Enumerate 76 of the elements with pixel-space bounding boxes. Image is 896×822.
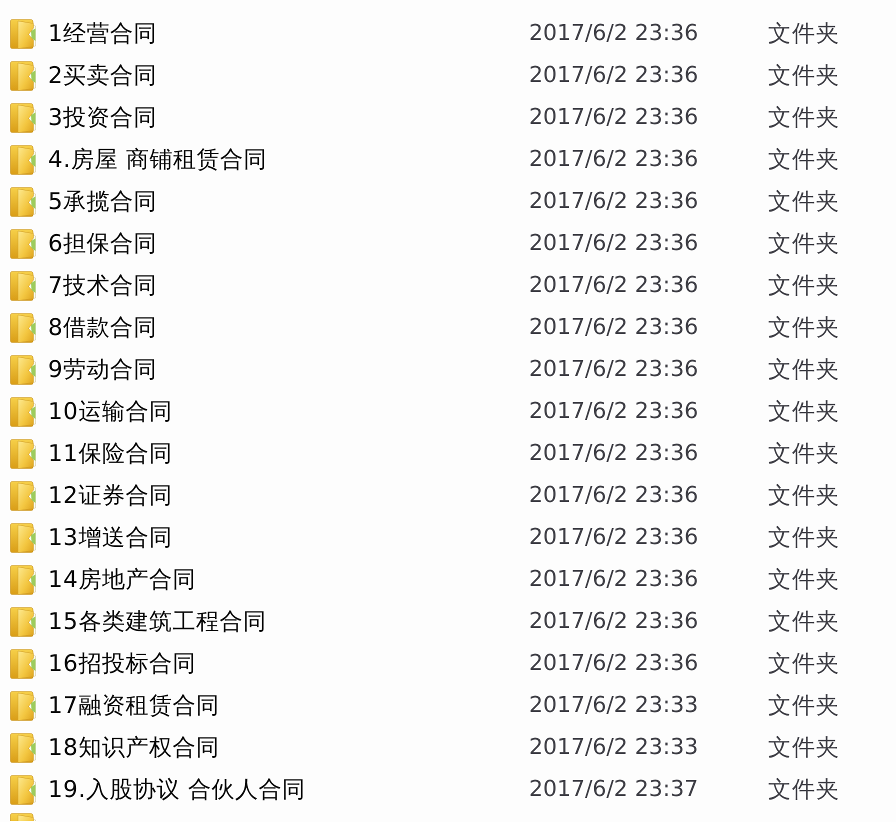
- folder-icon: [10, 607, 36, 637]
- folder-name[interactable]: 1经营合同: [48, 20, 158, 48]
- item-type: 文件夹: [768, 692, 840, 720]
- folder-name[interactable]: 7技术合同: [48, 272, 158, 300]
- folder-icon: [10, 649, 36, 679]
- folder-icon: [10, 775, 36, 805]
- folder-name[interactable]: 17融资租赁合同: [48, 692, 220, 720]
- item-type: 文件夹: [768, 566, 840, 594]
- date-modified: 2017/6/2 23:36: [529, 188, 698, 216]
- date-modified: 2017/6/2 23:36: [529, 482, 698, 510]
- date-modified: 2017/6/2 23:36: [529, 524, 698, 552]
- folder-name[interactable]: 6担保合同: [48, 230, 158, 258]
- folder-name[interactable]: 15各类建筑工程合同: [48, 608, 266, 636]
- item-type: 文件夹: [768, 776, 840, 804]
- item-type: 文件夹: [768, 608, 840, 636]
- date-modified: 2017/6/2 23:36: [529, 650, 698, 678]
- folder-icon: [10, 19, 36, 49]
- folder-name[interactable]: 8借款合同: [48, 314, 158, 342]
- date-modified: 2017/6/2 23:36: [529, 356, 698, 384]
- date-modified: 2017/6/2 23:36: [529, 62, 698, 90]
- item-type: 文件夹: [768, 314, 840, 342]
- folder-icon: [10, 691, 36, 721]
- folder-name[interactable]: 13增送合同: [48, 524, 172, 552]
- folder-icon: [10, 103, 36, 133]
- item-type: 文件夹: [768, 188, 840, 216]
- folder-icon: [10, 355, 36, 385]
- item-type: 文件夹: [768, 272, 840, 300]
- item-type: 文件夹: [768, 650, 840, 678]
- item-type: 文件夹: [768, 440, 840, 468]
- folder-name[interactable]: 5承揽合同: [48, 188, 158, 216]
- folder-name[interactable]: 3投资合同: [48, 104, 158, 132]
- folder-name[interactable]: 10运输合同: [48, 398, 172, 426]
- date-modified: 2017/6/2 23:36: [529, 272, 698, 300]
- folder-icon: [10, 733, 36, 763]
- folder-name[interactable]: 4.房屋 商铺租赁合同: [48, 146, 267, 174]
- folder-icon: [10, 523, 36, 553]
- folder-icon: [10, 439, 36, 469]
- folder-icon: [10, 229, 36, 259]
- date-modified: 2017/6/2 23:36: [529, 608, 698, 636]
- item-type: 文件夹: [768, 62, 840, 90]
- date-modified: 2017/6/2 23:36: [529, 104, 698, 132]
- item-type: 文件夹: [768, 20, 840, 48]
- folder-name[interactable]: 16招投标合同: [48, 650, 196, 678]
- date-modified: 2017/6/2 23:33: [529, 692, 698, 720]
- folder-icon: [10, 565, 36, 595]
- date-modified: 2017/6/2 23:33: [529, 734, 698, 762]
- folder-icon: [10, 61, 36, 91]
- date-modified: 2017/6/2 23:36: [529, 398, 698, 426]
- folder-icon: [10, 271, 36, 301]
- folder-name[interactable]: 11保险合同: [48, 440, 172, 468]
- folder-icon: [10, 145, 36, 175]
- date-modified: 2017/6/2 23:37: [529, 776, 698, 804]
- item-type: 文件夹: [768, 146, 840, 174]
- folder-icon: [10, 397, 36, 427]
- folder-icon: [10, 481, 36, 511]
- folder-name[interactable]: 12证券合同: [48, 482, 172, 510]
- item-type: 文件夹: [768, 356, 840, 384]
- date-modified: 2017/6/2 23:36: [529, 20, 698, 48]
- item-type: 文件夹: [768, 230, 840, 258]
- date-modified: 2017/6/2 23:36: [529, 146, 698, 174]
- folder-icon: [10, 187, 36, 217]
- date-modified: 2017/6/2 23:36: [529, 566, 698, 594]
- item-type: 文件夹: [768, 482, 840, 510]
- date-modified: 2017/6/2 23:36: [529, 314, 698, 342]
- item-type: 文件夹: [768, 734, 840, 762]
- folder-name[interactable]: 14房地产合同: [48, 566, 196, 594]
- folder-name[interactable]: 19.入股协议 合伙人合同: [48, 776, 306, 804]
- item-type: 文件夹: [768, 524, 840, 552]
- item-type: 文件夹: [768, 104, 840, 132]
- folder-name[interactable]: 18知识产权合同: [48, 734, 220, 762]
- item-type: 文件夹: [768, 398, 840, 426]
- folder-name[interactable]: 9劳动合同: [48, 356, 158, 384]
- folder-icon: [10, 313, 36, 343]
- folder-name[interactable]: 2买卖合同: [48, 62, 158, 90]
- date-modified: 2017/6/2 23:36: [529, 440, 698, 468]
- date-modified: 2017/6/2 23:36: [529, 230, 698, 258]
